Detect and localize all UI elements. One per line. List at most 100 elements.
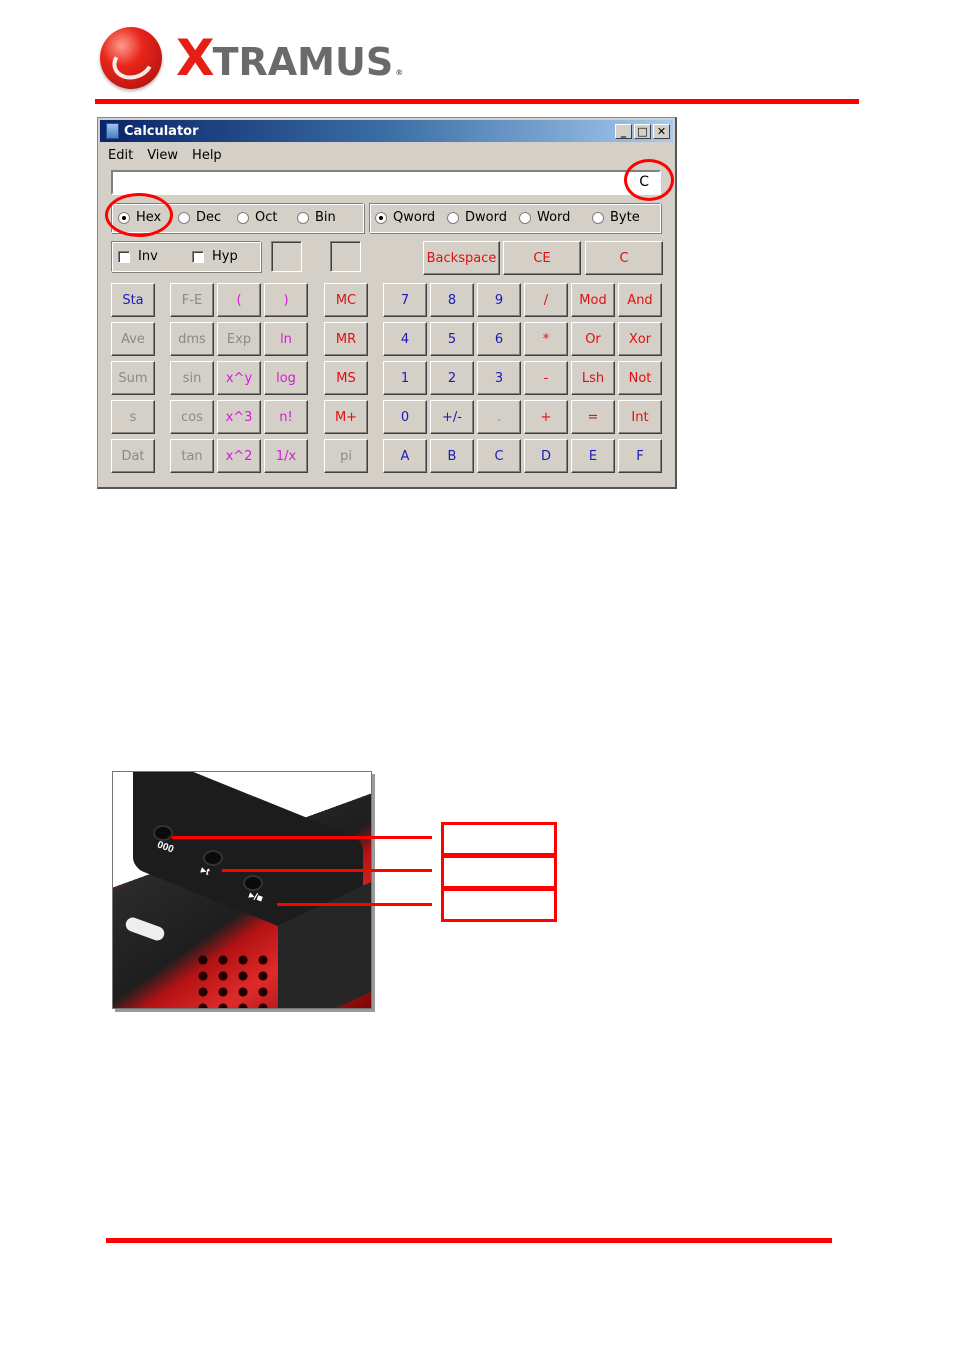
key-mc[interactable]: MC [324,283,368,317]
key-exp[interactable]: Exp [217,322,261,356]
key-sin[interactable]: sin [170,361,214,395]
key-f[interactable]: F [618,439,662,473]
minimize-button[interactable]: _ [615,123,632,139]
key-d[interactable]: D [524,439,568,473]
logo-wordmark: X TRAMUS ® [176,29,403,87]
key-6[interactable]: 6 [477,322,521,356]
key-tan[interactable]: tan [170,439,214,473]
backspace-button[interactable]: Backspace [423,241,500,275]
key-3[interactable]: 3 [477,361,521,395]
key-n[interactable]: n! [264,400,308,434]
key-int[interactable]: Int [618,400,662,434]
ce-button[interactable]: CE [503,241,581,275]
key-x-3[interactable]: x^3 [217,400,261,434]
key-ms[interactable]: MS [324,361,368,395]
radio-word[interactable]: Word [519,210,570,225]
key-not[interactable]: Not [618,361,662,395]
menu-edit[interactable]: Edit [108,148,133,163]
key-sym[interactable]: - [524,361,568,395]
device-button-1 [155,827,171,839]
key-x-y[interactable]: x^y [217,361,261,395]
maximize-button[interactable]: □ [634,123,651,139]
key-b[interactable]: B [430,439,474,473]
key-ln[interactable]: ln [264,322,308,356]
radio-bin[interactable]: Bin [297,210,336,225]
menu-view[interactable]: View [147,148,178,163]
callout-box-3 [441,888,557,922]
key-sum[interactable]: Sum [111,361,155,395]
key-1[interactable]: 1 [383,361,427,395]
callout-box-1 [441,822,557,856]
radio-label: Byte [610,210,640,225]
key-s[interactable]: s [111,400,155,434]
key-sta[interactable]: Sta [111,283,155,317]
window-title: Calculator [124,123,199,139]
checkbox-box [118,250,130,263]
radio-dot [519,211,531,224]
radio-oct[interactable]: Oct [237,210,277,225]
calculator-window: Calculator _ □ ✕ Edit View Help C Hex De… [97,117,677,489]
key-7[interactable]: 7 [383,283,427,317]
key-sym[interactable]: * [524,322,568,356]
key-sym[interactable]: . [477,400,521,434]
key-sym[interactable]: ) [264,283,308,317]
key-0[interactable]: 0 [383,400,427,434]
highlight-circle-display [624,159,674,201]
key-log[interactable]: log [264,361,308,395]
callout-line-1 [172,836,432,839]
calculator-icon [106,123,119,139]
key-xor[interactable]: Xor [618,322,662,356]
key-pi[interactable]: pi [324,439,368,473]
footer-rule [106,1238,832,1243]
close-button[interactable]: ✕ [653,123,670,139]
key-mr[interactable]: MR [324,322,368,356]
key-f-e[interactable]: F-E [170,283,214,317]
key-a[interactable]: A [383,439,427,473]
key-9[interactable]: 9 [477,283,521,317]
radio-label: Oct [255,210,278,225]
key-ave[interactable]: Ave [111,322,155,356]
key-lsh[interactable]: Lsh [571,361,615,395]
radio-qword[interactable]: Qword [375,210,435,225]
key-dms[interactable]: dms [170,322,214,356]
key-2[interactable]: 2 [430,361,474,395]
key-5[interactable]: 5 [430,322,474,356]
device-button-2 [205,852,221,864]
key-sym[interactable]: = [571,400,615,434]
key-e[interactable]: E [571,439,615,473]
key-and[interactable]: And [618,283,662,317]
key-m[interactable]: M+ [324,400,368,434]
key-x-2[interactable]: x^2 [217,439,261,473]
radio-label: Word [537,210,571,225]
key-sym[interactable]: / [524,283,568,317]
checkbox-box [192,250,204,263]
key-sym[interactable]: + [524,400,568,434]
radio-byte[interactable]: Byte [592,210,640,225]
key-sym[interactable]: +/- [430,400,474,434]
highlight-circle-hex [105,193,173,237]
key-dat[interactable]: Dat [111,439,155,473]
menu-help[interactable]: Help [192,148,222,163]
radio-dec[interactable]: Dec [178,210,221,225]
checkbox-inv[interactable]: Inv [118,249,158,264]
clear-button[interactable]: C [585,241,663,275]
calculator-display: C [111,170,661,195]
radio-dword[interactable]: Dword [447,210,507,225]
key-8[interactable]: 8 [430,283,474,317]
key-cos[interactable]: cos [170,400,214,434]
radio-dot [592,211,604,224]
checkbox-label: Hyp [212,249,238,264]
key-mod[interactable]: Mod [571,283,615,317]
key-or[interactable]: Or [571,322,615,356]
checkbox-hyp[interactable]: Hyp [192,249,238,264]
key-1-x[interactable]: 1/x [264,439,308,473]
device-button-3 [245,877,261,889]
memory-indicator [330,241,361,272]
callout-line-2 [222,869,432,872]
key-4[interactable]: 4 [383,322,427,356]
title-bar: Calculator _ □ ✕ [100,120,673,142]
key-sym[interactable]: ( [217,283,261,317]
parenthesis-indicator [271,241,302,272]
logo-name: TRAMUS [212,40,394,84]
key-c[interactable]: C [477,439,521,473]
